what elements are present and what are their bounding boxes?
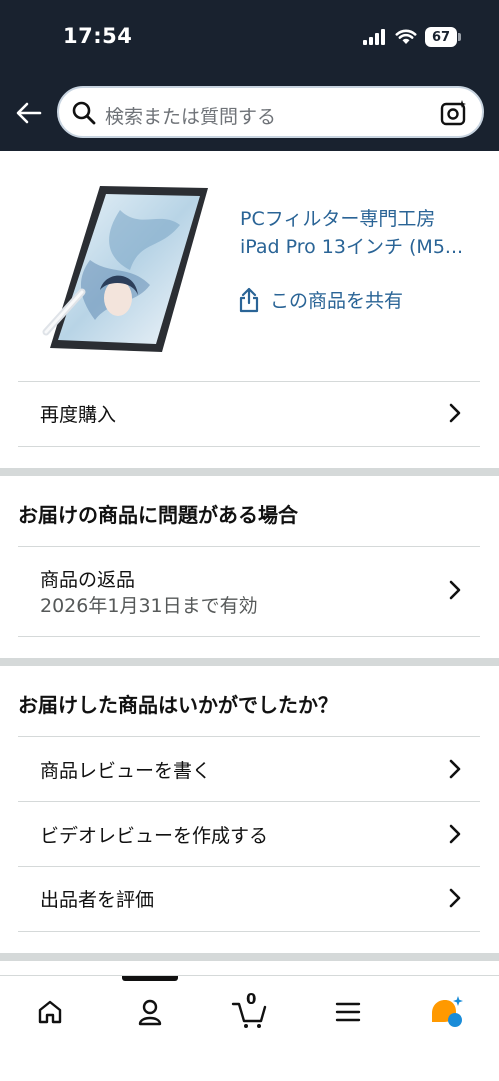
rufus-icon — [432, 996, 463, 1027]
cart-count: 0 — [246, 990, 257, 1008]
rate-seller-row[interactable]: 出品者を評価 — [18, 867, 480, 931]
top-header: 17:54 67 検索または質問する — [0, 0, 499, 151]
tablet-illustration — [42, 186, 208, 352]
section-separator — [0, 468, 499, 476]
video-review-row[interactable]: ビデオレビューを作成する — [18, 802, 480, 866]
chevron-right-icon — [449, 580, 461, 600]
menu-icon — [335, 1002, 361, 1022]
back-button[interactable] — [14, 98, 44, 128]
divider — [18, 446, 480, 447]
nav-menu[interactable] — [328, 992, 368, 1032]
share-label: この商品を共有 — [270, 290, 404, 312]
back-arrow-icon — [16, 102, 42, 124]
share-product-button[interactable]: この商品を共有 — [238, 286, 403, 313]
product-image[interactable] — [40, 180, 216, 358]
chevron-right-icon — [449, 759, 461, 779]
battery-icon: 67 — [425, 27, 461, 47]
nav-cart[interactable]: 0 — [228, 990, 272, 1032]
nav-rufus[interactable] — [426, 992, 466, 1032]
video-review-label: ビデオレビューを作成する — [40, 825, 269, 847]
active-tab-indicator — [122, 976, 178, 981]
feedback-section-title: お届けした商品はいかがでしたか？ — [18, 693, 338, 717]
chevron-right-icon — [449, 824, 461, 844]
camera-search-icon[interactable] — [440, 99, 468, 127]
return-deadline: 2026年1月31日まで有効 — [40, 595, 258, 617]
divider — [18, 636, 480, 637]
chevron-right-icon — [449, 888, 461, 908]
search-input[interactable]: 検索または質問する — [57, 86, 484, 138]
problem-section-title: お届けの商品に問題がある場合 — [18, 503, 298, 527]
nav-account[interactable] — [130, 992, 170, 1032]
search-icon — [72, 101, 96, 125]
write-review-label: 商品レビューを書く — [40, 760, 212, 782]
write-review-row[interactable]: 商品レビューを書く — [18, 737, 480, 801]
status-time: 17:54 — [63, 24, 133, 48]
search-placeholder: 検索または質問する — [105, 106, 277, 128]
product-title-link[interactable]: PCフィルター専門工房 iPad Pro 13インチ (M5... — [240, 205, 480, 261]
account-icon — [138, 999, 162, 1026]
home-icon — [38, 1000, 62, 1024]
rebuy-label: 再度購入 — [40, 404, 117, 426]
wifi-icon — [395, 29, 417, 44]
chevron-right-icon — [449, 403, 461, 423]
section-separator — [0, 658, 499, 666]
return-label: 商品の返品 — [40, 569, 136, 591]
status-icons: 67 — [363, 27, 461, 47]
rate-seller-label: 出品者を評価 — [40, 889, 155, 911]
share-icon — [239, 287, 259, 312]
section-separator — [0, 953, 499, 961]
bottom-navigation: 0 — [0, 975, 499, 1081]
nav-home[interactable] — [30, 992, 70, 1032]
divider — [18, 931, 480, 932]
return-item-row[interactable]: 商品の返品 2026年1月31日まで有効 — [18, 547, 480, 636]
rebuy-row[interactable]: 再度購入 — [18, 382, 480, 446]
signal-icon — [363, 29, 385, 45]
